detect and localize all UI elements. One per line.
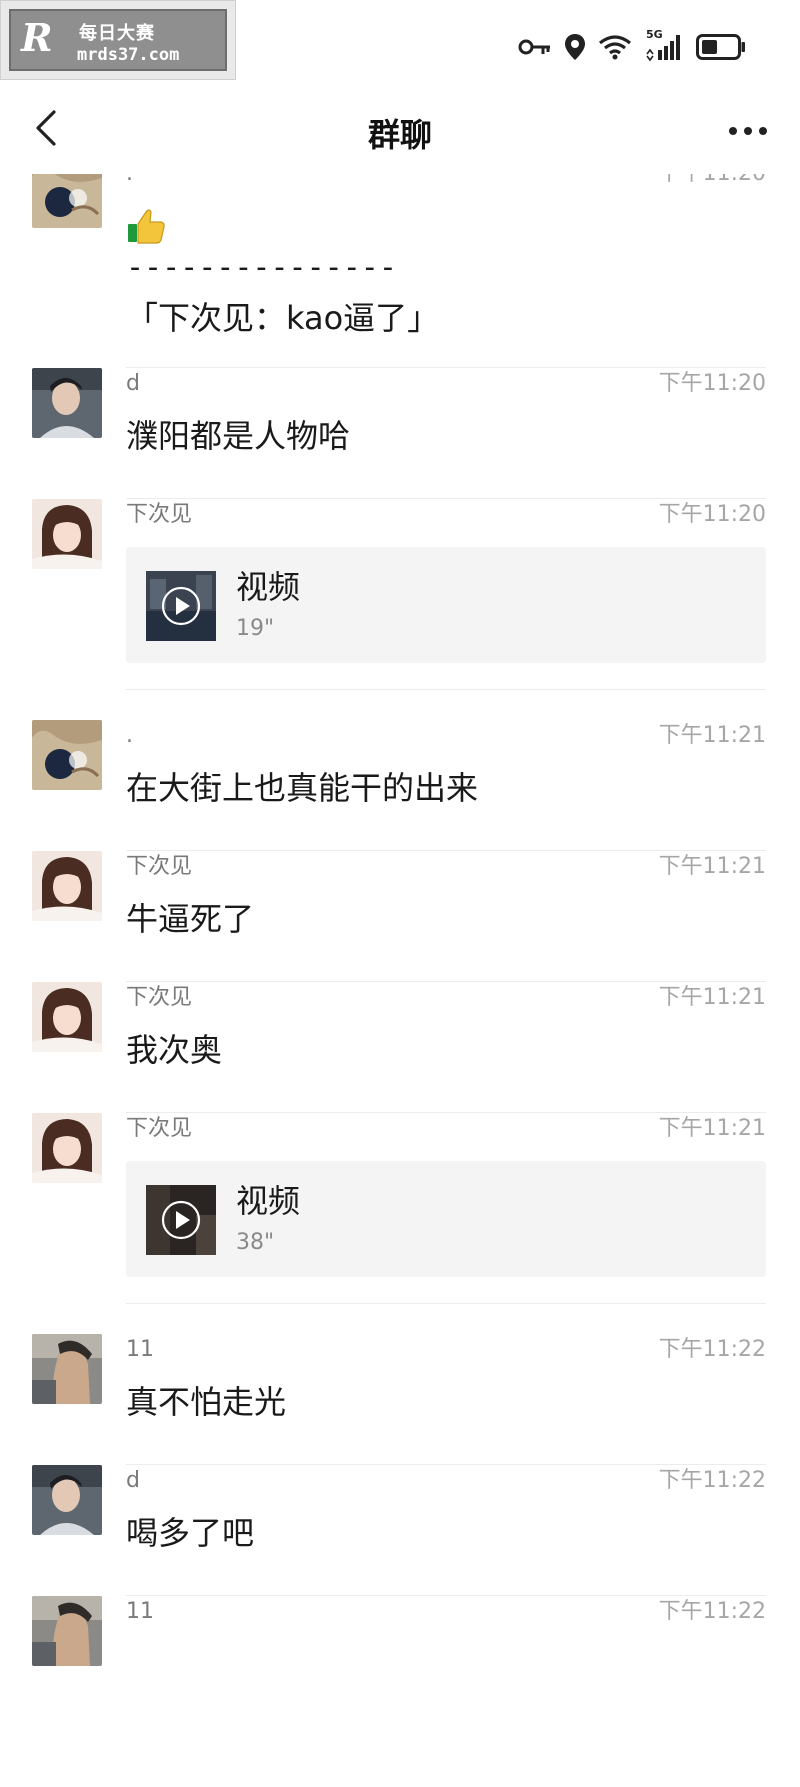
video-thumbnail[interactable] — [146, 571, 216, 641]
wifi-icon — [598, 34, 632, 60]
message-time: 下午11:20 — [658, 502, 766, 527]
avatar[interactable] — [32, 1334, 102, 1404]
sender-name: 下次见 — [126, 1116, 193, 1141]
message-text: 在大街上也真能干的出来 — [126, 769, 479, 807]
battery-icon — [696, 34, 746, 60]
sender-name: . — [126, 174, 133, 188]
thumbs-up-icon — [126, 206, 166, 246]
message-text: 真不怕走光 — [126, 1383, 287, 1421]
avatar[interactable] — [32, 720, 102, 790]
video-message-card[interactable]: 视频 19" — [126, 547, 766, 663]
avatar[interactable] — [32, 368, 102, 438]
message-text: 我次奥 — [126, 1031, 223, 1069]
message-time: 下午11:21 — [658, 985, 766, 1010]
quoted-message-text: 「下次见：kao逼了」 — [126, 299, 440, 337]
message-text: 濮阳都是人物哈 — [126, 417, 351, 455]
status-bar: R 每日大赛 mrds37.com 5G — [0, 0, 800, 88]
sender-name: d — [126, 1468, 140, 1493]
message-time: 下午11:22 — [658, 1337, 766, 1362]
sender-name: d — [126, 371, 140, 396]
quote-separator: --------------- — [126, 250, 397, 285]
message-time: 下午11:20 — [658, 371, 766, 396]
avatar[interactable] — [32, 851, 102, 921]
watermark-logo: R — [21, 15, 53, 60]
video-label: 视频 — [236, 568, 301, 606]
video-duration: 19" — [236, 616, 275, 641]
key-icon — [518, 36, 552, 58]
avatar[interactable] — [32, 174, 102, 228]
nav-bar: 群聊 — [0, 88, 800, 174]
list-item[interactable]: d 下午11:22 喝多了吧 — [0, 1465, 800, 1596]
message-time: 下午11:21 — [658, 723, 766, 748]
list-item[interactable]: 下次见 下午11:21 牛逼死了 — [0, 851, 800, 982]
watermark: R 每日大赛 mrds37.com — [0, 0, 236, 80]
more-button[interactable] — [722, 108, 774, 152]
list-item[interactable]: 下次见 下午11:21 视频 38" — [0, 1113, 800, 1304]
location-icon — [564, 33, 586, 61]
video-label: 视频 — [236, 1182, 301, 1220]
message-text: 喝多了吧 — [126, 1514, 255, 1552]
sender-name: 11 — [126, 1337, 154, 1362]
message-text: 牛逼死了 — [126, 900, 255, 938]
video-thumbnail[interactable] — [146, 1185, 216, 1255]
list-item[interactable]: d 下午11:20 濮阳都是人物哈 — [0, 368, 800, 499]
video-message-card[interactable]: 视频 38" — [126, 1161, 766, 1277]
status-icons: 5G — [518, 28, 746, 64]
list-item[interactable]: 下次见 下午11:20 视频 19" — [0, 499, 800, 690]
sender-name: 下次见 — [126, 985, 193, 1010]
avatar[interactable] — [32, 982, 102, 1052]
sender-name: . — [126, 723, 133, 748]
avatar[interactable] — [32, 1113, 102, 1183]
message-time: 下午11:22 — [658, 1599, 766, 1624]
sender-name: 下次见 — [126, 502, 193, 527]
watermark-title: 每日大赛 — [79, 23, 155, 44]
message-time: 下午11:21 — [658, 1116, 766, 1141]
message-list[interactable]: . 下午11:20 --------------- 「下次见：kao逼了」 d … — [0, 174, 800, 1787]
sender-name: 下次见 — [126, 854, 193, 879]
message-time: 下午11:22 — [658, 1468, 766, 1493]
avatar[interactable] — [32, 1596, 102, 1666]
avatar[interactable] — [32, 499, 102, 569]
divider — [126, 1303, 766, 1304]
avatar[interactable] — [32, 1465, 102, 1535]
watermark-url: mrds37.com — [77, 45, 180, 65]
message-time: 下午11:21 — [658, 854, 766, 879]
signal-icon: 5G — [644, 28, 684, 62]
watermark-box: R 每日大赛 mrds37.com — [9, 9, 227, 71]
list-item[interactable]: . 下午11:21 在大街上也真能干的出来 — [0, 720, 800, 851]
more-dots-icon — [728, 121, 768, 140]
message-time: 下午11:20 — [659, 174, 766, 188]
video-duration: 38" — [236, 1230, 275, 1255]
list-item[interactable]: . 下午11:20 --------------- 「下次见：kao逼了」 — [0, 174, 800, 368]
list-item[interactable]: 11 下午11:22 — [0, 1596, 800, 1726]
page-title: 群聊 — [367, 116, 432, 154]
divider — [126, 689, 766, 690]
sender-name: 11 — [126, 1599, 154, 1624]
list-item[interactable]: 下次见 下午11:21 我次奥 — [0, 982, 800, 1113]
list-item[interactable]: 11 下午11:22 真不怕走光 — [0, 1334, 800, 1465]
